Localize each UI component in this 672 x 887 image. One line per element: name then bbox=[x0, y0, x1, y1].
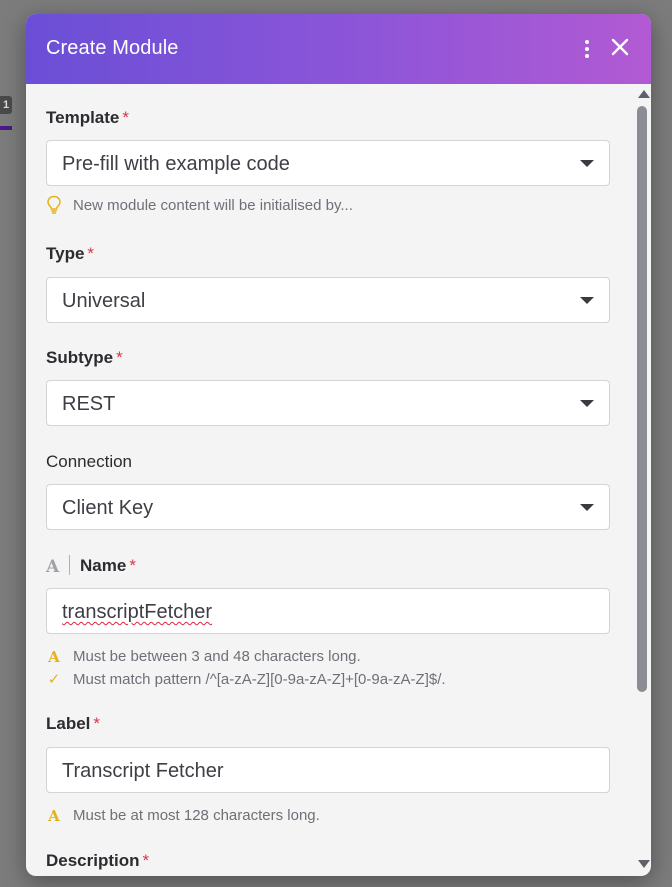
scroll-down-arrow-icon[interactable] bbox=[638, 860, 650, 868]
create-module-dialog: Create Module Template * Pre-fill with ex… bbox=[26, 14, 651, 876]
close-icon[interactable] bbox=[609, 36, 631, 58]
warning-icon: A bbox=[48, 806, 60, 825]
name-input-value: transcriptFetcher bbox=[62, 601, 213, 623]
name-hint-pattern: ✓ Must match pattern /^[a-zA-Z][0-9a-zA-… bbox=[46, 671, 446, 688]
template-hint: New module content will be initialised b… bbox=[46, 195, 353, 214]
connection-select[interactable]: Client Key bbox=[46, 484, 610, 530]
background-tab-indicator bbox=[0, 126, 12, 130]
type-select-value: Universal bbox=[62, 290, 146, 312]
description-label: Description * bbox=[46, 851, 150, 870]
template-hint-text: New module content will be initialised b… bbox=[73, 197, 353, 214]
kebab-menu-icon[interactable] bbox=[577, 38, 597, 60]
label-hint: A Must be at most 128 characters long. bbox=[46, 807, 320, 824]
connection-select-value: Client Key bbox=[62, 497, 154, 519]
type-label: Type * bbox=[46, 244, 95, 263]
label-input[interactable]: Transcript Fetcher bbox=[46, 747, 610, 793]
warning-icon: A bbox=[48, 647, 60, 666]
chevron-down-icon bbox=[580, 504, 594, 511]
label-label: Label * bbox=[46, 714, 101, 733]
template-label: Template * bbox=[46, 108, 129, 127]
template-select[interactable]: Pre-fill with example code bbox=[46, 140, 610, 186]
label-divider bbox=[69, 555, 70, 575]
name-hint-pattern-text: Must match pattern /^[a-zA-Z][0-9a-zA-Z]… bbox=[73, 671, 446, 688]
subtype-select-value: REST bbox=[62, 393, 116, 415]
chevron-down-icon bbox=[580, 160, 594, 167]
template-select-value: Pre-fill with example code bbox=[62, 153, 290, 175]
lightbulb-icon bbox=[46, 195, 62, 214]
label-hint-text: Must be at most 128 characters long. bbox=[73, 807, 320, 824]
chevron-down-icon bbox=[580, 297, 594, 304]
scroll-up-arrow-icon[interactable] bbox=[638, 90, 650, 98]
name-hint-length: A Must be between 3 and 48 characters lo… bbox=[46, 648, 361, 665]
background-badge: 1 bbox=[0, 96, 12, 114]
scrollbar-thumb[interactable] bbox=[637, 106, 647, 692]
check-icon: ✓ bbox=[47, 670, 61, 688]
type-select[interactable]: Universal bbox=[46, 277, 610, 323]
dialog-header: Create Module bbox=[26, 14, 651, 84]
dialog-title: Create Module bbox=[46, 37, 179, 59]
name-hint-length-text: Must be between 3 and 48 characters long… bbox=[73, 648, 361, 665]
subtype-label: Subtype * bbox=[46, 348, 123, 367]
connection-label: Connection bbox=[46, 452, 133, 471]
text-type-icon[interactable]: A bbox=[46, 557, 60, 577]
chevron-down-icon bbox=[580, 400, 594, 407]
subtype-select[interactable]: REST bbox=[46, 380, 610, 426]
dialog-body[interactable]: Template * Pre-fill with example code New… bbox=[26, 84, 651, 876]
name-label: Name * bbox=[80, 556, 136, 575]
label-input-value: Transcript Fetcher bbox=[62, 760, 224, 782]
scrollbar[interactable] bbox=[634, 84, 651, 876]
name-input[interactable]: transcriptFetcher bbox=[46, 588, 610, 634]
